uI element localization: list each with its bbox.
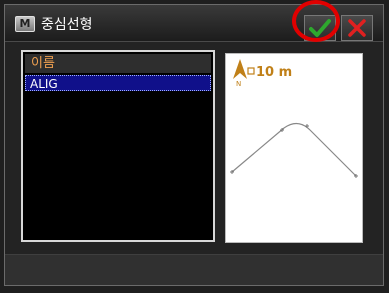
confirm-button[interactable]: [304, 15, 336, 41]
dialog-window: M 중심선형 이름 ALIG N 10 m: [4, 4, 384, 286]
alignment-preview-drawing: N: [230, 59, 358, 178]
alignment-preview: N 10 m: [225, 53, 363, 243]
title-bar: M 중심선형: [5, 5, 383, 42]
list-header-name[interactable]: 이름: [25, 54, 211, 73]
app-icon: M: [15, 16, 35, 32]
svg-text:N: N: [236, 80, 241, 88]
scale-label: 10 m: [256, 65, 293, 80]
list-item[interactable]: ALIG: [25, 75, 211, 91]
status-bar: [5, 254, 383, 285]
window-title: 중심선형: [41, 17, 93, 33]
north-arrow-icon: N: [233, 59, 255, 88]
alignment-points: [230, 124, 358, 178]
close-icon: [348, 19, 366, 37]
checkmark-icon: [309, 19, 331, 37]
alignment-curve: [231, 122, 357, 177]
alignment-list[interactable]: 이름 ALIG: [21, 50, 215, 242]
close-button[interactable]: [341, 15, 373, 41]
